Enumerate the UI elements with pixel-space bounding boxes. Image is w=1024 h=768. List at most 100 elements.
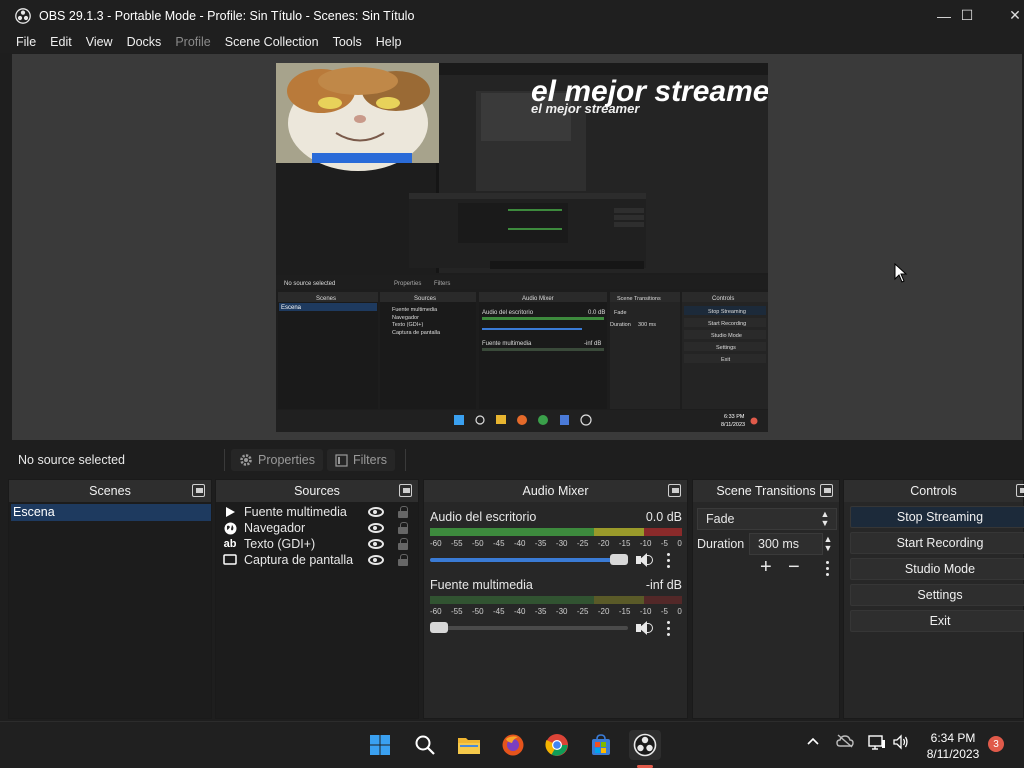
audio-mixer-title: Audio Mixer xyxy=(522,484,589,498)
nested-studio-mode: Studio Mode xyxy=(711,333,742,339)
remove-transition-icon[interactable]: − xyxy=(788,557,800,577)
volume-slider-knob[interactable] xyxy=(430,622,448,633)
taskbar-clock[interactable]: 6:34 PM 8/11/2023 xyxy=(922,730,984,762)
maximize-button[interactable]: ☐ xyxy=(944,0,990,31)
nested-exit: Exit xyxy=(721,357,731,363)
tick-label: -5 xyxy=(660,539,668,548)
visibility-eye-icon[interactable] xyxy=(368,539,384,549)
search-icon[interactable] xyxy=(410,730,440,760)
menu-docks[interactable]: Docks xyxy=(120,31,169,53)
speaker-icon[interactable] xyxy=(634,620,654,636)
volume-icon[interactable] xyxy=(892,734,910,753)
properties-button[interactable]: Properties xyxy=(231,449,323,471)
show-hidden-icons-chevron-icon[interactable] xyxy=(806,734,820,751)
nested-no-source-label: No source selected xyxy=(284,281,335,287)
obs-taskbar-icon[interactable] xyxy=(629,730,661,760)
tick-label: -35 xyxy=(534,607,547,616)
undock-icon[interactable] xyxy=(1016,484,1024,497)
controls-header: Controls xyxy=(844,480,1024,502)
exit-button[interactable]: Exit xyxy=(850,610,1024,632)
mixer-channel-media-source: Fuente multimedia -inf dB -60 -55 -50 -4… xyxy=(430,578,682,636)
volume-meter xyxy=(430,596,682,604)
monitor-icon xyxy=(222,552,238,568)
chrome-icon[interactable] xyxy=(542,730,572,760)
nested-mixer-ch1-db: 0.0 dB xyxy=(588,310,605,316)
program-preview[interactable]: el mejor streamer el mejor streamer No s… xyxy=(276,63,768,432)
source-row[interactable]: Captura de pantalla xyxy=(222,552,408,568)
source-row[interactable]: Fuente multimedia xyxy=(222,504,408,520)
undock-icon[interactable] xyxy=(668,484,681,497)
lock-icon[interactable] xyxy=(398,538,408,550)
nested-sources-title: Sources xyxy=(414,296,436,302)
tick-label: -50 xyxy=(471,539,484,548)
tick-label: -30 xyxy=(555,607,568,616)
volume-slider[interactable] xyxy=(430,622,628,633)
lock-icon[interactable] xyxy=(398,554,408,566)
menu-tools[interactable]: Tools xyxy=(326,31,369,53)
volume-slider[interactable] xyxy=(430,554,628,565)
studio-mode-button[interactable]: Studio Mode xyxy=(850,558,1024,580)
menu-help[interactable]: Help xyxy=(369,31,409,53)
settings-button[interactable]: Settings xyxy=(850,584,1024,606)
mouse-cursor-icon xyxy=(894,263,908,283)
scenes-dock: Scenes Escena xyxy=(8,479,212,719)
sources-dock: Sources Fuente multimedia Navegador ab T… xyxy=(215,479,419,719)
filters-button[interactable]: Filters xyxy=(326,449,396,471)
lock-icon[interactable] xyxy=(398,522,408,534)
speaker-icon[interactable] xyxy=(634,552,654,568)
more-options-icon[interactable] xyxy=(819,559,835,577)
start-recording-button[interactable]: Start Recording xyxy=(850,532,1024,554)
network-icon[interactable] xyxy=(868,734,886,753)
visibility-eye-icon[interactable] xyxy=(368,507,384,517)
start-menu-icon[interactable] xyxy=(365,730,395,760)
tick-label: -60 xyxy=(430,607,442,616)
more-options-icon[interactable] xyxy=(660,551,676,569)
source-row[interactable]: Navegador xyxy=(222,520,408,536)
scene-item[interactable]: Escena xyxy=(11,504,211,521)
source-toolbar: No source selected Properties Filters xyxy=(8,446,1024,474)
nested-source-1: Fuente multimedia xyxy=(392,307,438,313)
nested-mixer-ch1: Audio del escritorio xyxy=(482,310,534,316)
undock-icon[interactable] xyxy=(399,484,412,497)
volume-slider-knob[interactable] xyxy=(610,554,628,565)
duration-input[interactable]: 300 ms xyxy=(749,533,823,555)
menu-view[interactable]: View xyxy=(79,31,120,53)
lock-icon[interactable] xyxy=(398,506,408,518)
tick-label: -20 xyxy=(597,539,610,548)
microsoft-store-icon[interactable] xyxy=(586,730,616,760)
preview-overlay-text-small: el mejor streamer xyxy=(531,101,640,116)
source-row[interactable]: ab Texto (GDI+) xyxy=(222,536,408,552)
undock-icon[interactable] xyxy=(820,484,833,497)
notification-badge[interactable]: 3 xyxy=(988,736,1004,752)
firefox-icon[interactable] xyxy=(498,730,528,760)
nested-settings: Settings xyxy=(716,345,736,351)
undock-icon[interactable] xyxy=(192,484,205,497)
visibility-eye-icon[interactable] xyxy=(368,523,384,533)
nested-source-3: Texto (GDI+) xyxy=(392,322,423,328)
menu-edit[interactable]: Edit xyxy=(43,31,79,53)
chevron-updown-icon[interactable]: ▲ ▼ xyxy=(817,508,833,530)
file-explorer-icon[interactable] xyxy=(454,730,484,760)
tick-label: -15 xyxy=(618,607,631,616)
nested-duration-value: 300 ms xyxy=(638,322,656,328)
more-options-icon[interactable] xyxy=(660,619,676,637)
close-button[interactable]: ✕ xyxy=(992,0,1024,31)
tick-label: -55 xyxy=(450,607,463,616)
transition-select[interactable]: Fade xyxy=(697,508,837,530)
source-label: Captura de pantalla xyxy=(244,553,354,567)
tick-label: -10 xyxy=(639,607,652,616)
add-transition-icon[interactable]: + xyxy=(760,557,772,577)
stop-streaming-button[interactable]: Stop Streaming xyxy=(850,506,1024,528)
channel-level: 0.0 dB xyxy=(645,510,682,524)
menu-profile[interactable]: Profile xyxy=(168,31,217,53)
menu-file[interactable]: File xyxy=(9,31,43,53)
nested-source-2: Navegador xyxy=(392,315,419,321)
duration-spinner-icon[interactable]: ▲ ▼ xyxy=(820,533,836,555)
onedrive-cloud-icon[interactable] xyxy=(836,734,854,751)
visibility-eye-icon[interactable] xyxy=(368,555,384,565)
controls-title: Controls xyxy=(910,484,957,498)
nested-fade: Fade xyxy=(614,310,627,316)
menu-scene-collection[interactable]: Scene Collection xyxy=(218,31,326,53)
nested-properties-label: Properties xyxy=(394,281,421,287)
tick-label: -35 xyxy=(534,539,547,548)
